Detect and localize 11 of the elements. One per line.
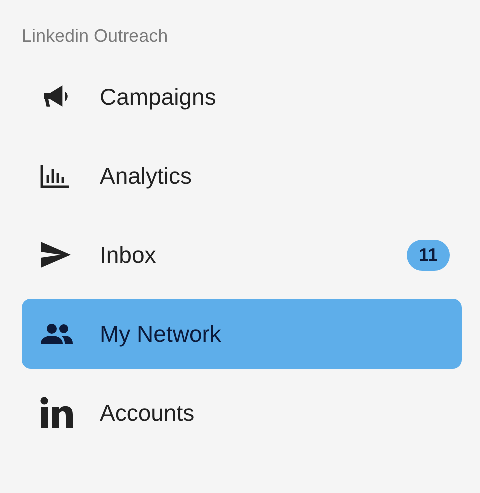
people-icon — [40, 323, 74, 345]
linkedin-icon — [40, 397, 74, 429]
count-badge: 11 — [406, 240, 450, 270]
sidebar-title: Linkedin Outreach — [22, 26, 170, 47]
bar-chart-icon — [40, 163, 70, 189]
sidebar-item[interactable]: Campaigns — [22, 62, 462, 132]
sidebar-item[interactable]: Inbox 11 — [22, 220, 462, 290]
sidebar-item[interactable]: Analytics — [22, 141, 462, 211]
sidebar-item[interactable]: My Network — [22, 299, 462, 369]
send-icon — [40, 241, 72, 269]
sidebar-item[interactable]: Accounts — [22, 378, 462, 448]
